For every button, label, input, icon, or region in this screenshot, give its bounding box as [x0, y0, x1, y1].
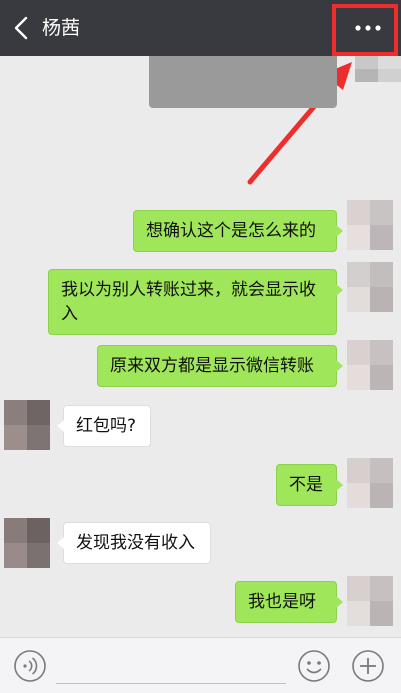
message-bubble[interactable]: 想确认这个是怎么来的	[133, 210, 343, 252]
self-avatar[interactable]	[347, 458, 393, 508]
self-avatar[interactable]	[347, 576, 393, 626]
contact-avatar[interactable]	[4, 518, 50, 568]
back-icon[interactable]	[10, 14, 34, 42]
message-bubble[interactable]: 我以为别人转账过来，就会显示收入	[48, 269, 343, 335]
contact-avatar[interactable]	[4, 400, 50, 450]
message-text: 原来双方都是显示微信转账	[110, 356, 314, 376]
message-text: 我也是呀	[248, 592, 316, 612]
message-bubble[interactable]: 红包吗?	[57, 405, 151, 447]
message-text: 我以为别人转账过来，就会显示收入	[61, 280, 316, 324]
message-text: 不是	[289, 475, 323, 495]
message-text: 发现我没有收入	[76, 533, 195, 553]
message-bubble[interactable]: 发现我没有收入	[57, 522, 211, 564]
self-avatar[interactable]	[347, 262, 393, 312]
plus-icon[interactable]	[350, 648, 386, 684]
blurred-message	[149, 56, 337, 108]
message-bubble[interactable]: 不是	[276, 464, 343, 506]
self-avatar[interactable]	[347, 200, 393, 250]
voice-icon[interactable]	[12, 648, 48, 684]
message-input[interactable]	[56, 650, 286, 684]
chat-title: 杨茜	[42, 17, 81, 39]
emoji-icon[interactable]	[296, 648, 332, 684]
self-avatar[interactable]	[355, 56, 401, 82]
message-text: 想确认这个是怎么来的	[146, 221, 316, 241]
self-avatar[interactable]	[347, 340, 393, 390]
annotation-highlight-box	[332, 4, 398, 56]
message-bubble[interactable]: 原来双方都是显示微信转账	[97, 345, 343, 387]
message-bubble[interactable]: 我也是呀	[235, 581, 343, 623]
input-bar	[0, 637, 401, 693]
message-text: 红包吗?	[76, 416, 137, 436]
